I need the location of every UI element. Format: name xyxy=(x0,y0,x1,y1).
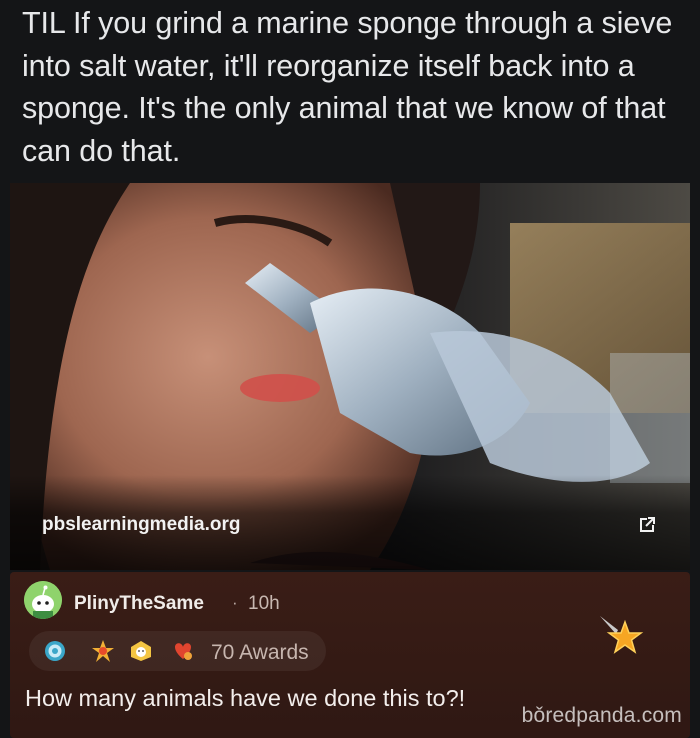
fire-award-icon xyxy=(92,640,114,662)
link-domain[interactable]: pbslearningmedia.org xyxy=(42,514,240,536)
awards-row[interactable]: 70 Awards xyxy=(29,631,326,671)
link-bar[interactable]: pbslearningmedia.org xyxy=(10,475,690,570)
snoo-avatar-icon xyxy=(24,581,62,619)
silver-award-icon xyxy=(45,641,65,661)
comment-username[interactable]: PlinyTheSame xyxy=(74,593,204,615)
watermark: bǒredpanda.com xyxy=(521,704,682,727)
external-link-icon[interactable] xyxy=(638,516,656,534)
comment-body: How many animals have we done this to?! xyxy=(25,685,466,711)
link-preview-card[interactable]: pbslearningmedia.org xyxy=(10,183,690,570)
awards-count: 70 Awards xyxy=(211,641,309,664)
helpful-award-icon xyxy=(131,641,151,661)
meta-separator: · xyxy=(232,593,238,612)
wholesome-award-icon xyxy=(175,643,192,660)
post-title[interactable]: TIL If you grind a marine sponge through… xyxy=(22,2,690,172)
star-award-icon[interactable] xyxy=(596,612,646,658)
comment-timestamp: 10h xyxy=(248,593,280,614)
avatar[interactable] xyxy=(24,581,62,619)
